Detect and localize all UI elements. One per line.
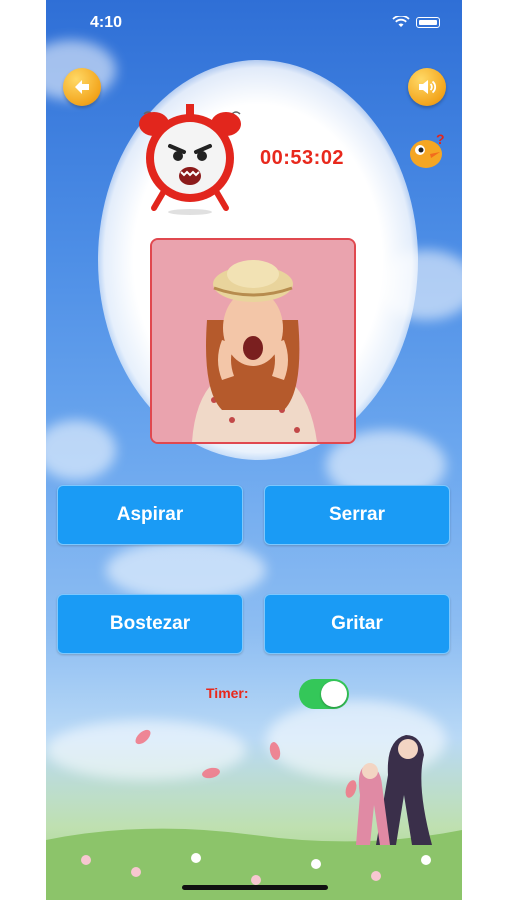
alarm-clock-icon [139,104,241,215]
question-bird-icon[interactable]: ? [406,130,448,172]
timer-label: Timer: [206,685,249,701]
option-button-gritar[interactable]: Gritar [264,594,450,654]
option-button-serrar[interactable]: Serrar [264,485,450,545]
app-screen: 4:10 00:53:02 ? Aspirar Serrar Bostezar … [46,0,462,900]
status-icons [392,16,440,28]
background-cloud [46,420,116,480]
countdown-timer: 00:53:02 [260,147,345,169]
toggle-knob [321,681,347,707]
wifi-icon [392,16,410,27]
sound-button[interactable] [408,68,446,106]
svg-text:?: ? [436,131,445,147]
question-photo [150,238,356,444]
back-button[interactable] [63,68,101,106]
timer-toggle[interactable] [299,679,349,709]
option-button-bostezar[interactable]: Bostezar [57,594,243,654]
option-button-aspirar[interactable]: Aspirar [57,485,243,545]
background-cloud [106,540,266,600]
home-indicator[interactable] [182,885,328,890]
anime-girls-illustration [356,735,432,845]
speaker-icon [419,80,437,94]
battery-icon [416,16,440,28]
screaming-woman-image [152,240,354,442]
back-arrow-icon [75,80,89,94]
status-time: 4:10 [90,14,123,31]
